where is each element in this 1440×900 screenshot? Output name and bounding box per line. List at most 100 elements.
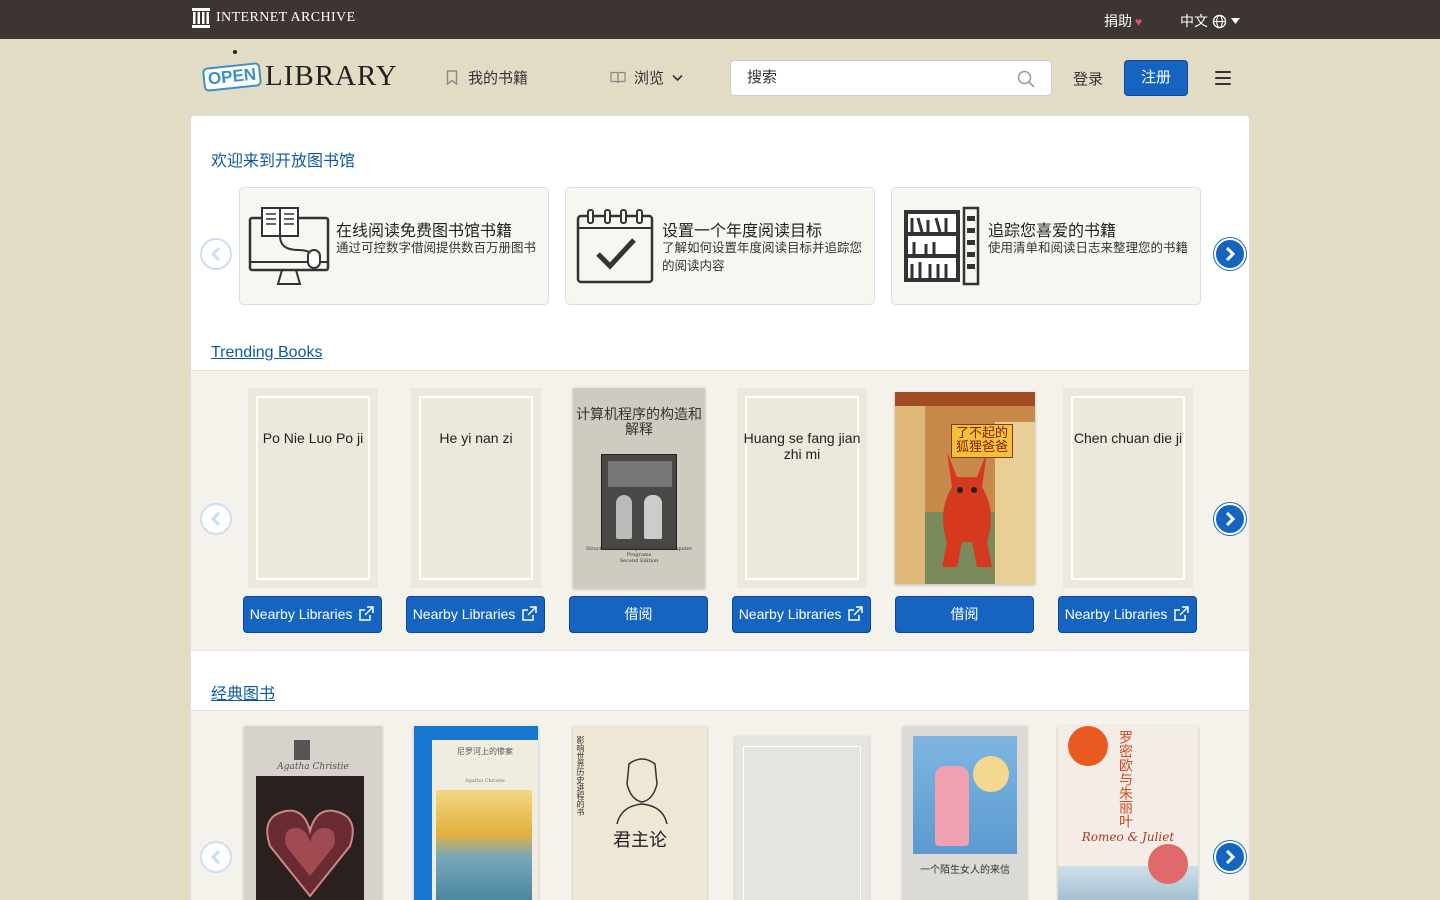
external-link-icon [522, 606, 538, 622]
card-title: 追踪您喜爱的书籍 [988, 223, 1117, 240]
book-title: Huang se fang jian zhi mi [743, 430, 861, 462]
cover-edition: Second Edition [619, 558, 659, 564]
button-label: Nearby Libraries [1064, 606, 1168, 622]
button-label: Nearby Libraries [249, 606, 353, 622]
nearby-libraries-button[interactable]: Nearby Libraries [732, 596, 871, 633]
book-title: Po Nie Luo Po ji [262, 430, 364, 446]
borrow-button[interactable]: 借阅 [895, 596, 1034, 633]
book-cover-placeholder[interactable]: Chen chuan die ji [1063, 388, 1193, 588]
book-cover-placeholder[interactable]: Po Nie Luo Po ji [248, 388, 378, 588]
login-link[interactable]: 登录 [1073, 68, 1103, 89]
card-description: 通过可控数字借阅提供数百万册图书 [336, 241, 537, 255]
chevron-right-icon [1225, 512, 1236, 526]
heart-icon: ♥ [1135, 15, 1143, 29]
donate-label: 捐助 [1104, 13, 1132, 29]
search-input[interactable] [747, 69, 1007, 86]
search-icon[interactable] [1017, 70, 1035, 88]
book-cover-blank[interactable] [735, 736, 869, 900]
book-title: He yi nan zi [439, 430, 513, 446]
browse-label: 浏览 [634, 70, 665, 87]
classic-books-title[interactable]: 经典图书 [211, 680, 275, 704]
button-label: Nearby Libraries [738, 606, 842, 622]
logo-open-badge: OPEN [201, 62, 263, 92]
chevron-left-icon [210, 850, 221, 864]
archive-temple-icon [192, 8, 210, 28]
welcome-next-arrow[interactable] [1214, 238, 1246, 270]
book-cover-placeholder[interactable]: Huang se fang jian zhi mi [737, 388, 867, 588]
book-title: Chen chuan die ji [1073, 430, 1183, 446]
globe-icon [1212, 14, 1227, 28]
trending-carousel: Po Nie Luo Po ji Nearby Libraries He yi … [191, 370, 1249, 650]
logo-dot [233, 50, 237, 54]
cover-title: 尼罗河上的惨案 [457, 747, 513, 756]
welcome-card-read[interactable]: 在线阅读免费图书馆书籍 通过可控数字借阅提供数百万册图书 [239, 187, 549, 305]
language-label: 中文 [1180, 13, 1208, 29]
classics-header-strip [191, 650, 1249, 710]
cover-illustration [601, 454, 677, 550]
welcome-prev-arrow[interactable] [200, 238, 232, 270]
book-cover-sicp[interactable]: 计算机程序的构造和解释 Structure and Interpretation… [573, 388, 705, 588]
chevron-left-icon [210, 512, 221, 526]
logo-library-text: LIBRARY [265, 60, 398, 92]
cover-script: Romeo & Juliet [1081, 830, 1175, 844]
my-books-label: 我的书籍 [468, 70, 529, 87]
internet-archive-topbar: INTERNET ARCHIVE 捐助 ♥ 中文 [0, 0, 1440, 39]
signup-button[interactable]: 注册 [1124, 60, 1188, 96]
external-link-icon [1174, 606, 1190, 622]
trending-books-title[interactable]: Trending Books [211, 344, 322, 362]
nearby-libraries-button[interactable]: Nearby Libraries [243, 596, 382, 633]
cover-author: Agatha Christie [277, 762, 349, 772]
cover-title: 了不起的狐狸爸爸 [951, 424, 1013, 458]
internet-archive-logo[interactable]: INTERNET ARCHIVE [192, 8, 356, 28]
open-library-logo[interactable]: OPEN LIBRARY [201, 50, 397, 95]
book-cover-placeholder[interactable]: He yi nan zi [411, 388, 541, 588]
fox-illustration [942, 452, 992, 567]
external-link-icon [359, 606, 375, 622]
button-label: Nearby Libraries [412, 606, 516, 622]
book-cover-romeo[interactable]: 罗密欧与朱丽叶 Romeo & Juliet [1058, 726, 1198, 900]
open-book-icon [610, 71, 626, 84]
bookshelf-icon [904, 206, 980, 286]
card-description: 了解如何设置年度阅读目标并追踪您的阅读内容 [662, 241, 863, 273]
computer-reading-icon [248, 207, 330, 285]
chevron-down-icon [672, 74, 683, 81]
external-link-icon [848, 606, 864, 622]
cover-side-text: 影响世界历史进程的书 [576, 736, 585, 816]
cover-subtitle: Structure and Interpretation of Computer… [585, 546, 693, 558]
trending-prev-arrow[interactable] [200, 503, 232, 535]
welcome-card-goal[interactable]: 设置一个年度阅读目标 了解如何设置年度阅读目标并追踪您的阅读内容 [565, 187, 875, 305]
calendar-check-icon [576, 209, 654, 284]
book-cover-christie[interactable]: Agatha Christie [244, 726, 382, 900]
nearby-libraries-button[interactable]: Nearby Libraries [406, 596, 545, 633]
search-box [730, 60, 1052, 96]
my-books-link[interactable]: 我的书籍 [446, 67, 528, 88]
book-cover-prince[interactable]: 影响世界历史进程的书 君主论 [573, 726, 707, 900]
donate-link[interactable]: 捐助 ♥ [1104, 11, 1142, 31]
card-title: 设置一个年度阅读目标 [662, 223, 823, 240]
cover-title [743, 746, 861, 900]
hamburger-menu-icon[interactable] [1215, 71, 1231, 85]
bookmark-icon [446, 70, 458, 85]
welcome-card-track[interactable]: 追踪您喜爱的书籍 使用清单和阅读日志来整理您的书籍 [891, 187, 1201, 305]
browse-menu[interactable]: 浏览 [610, 67, 683, 88]
card-title: 在线阅读免费图书馆书籍 [336, 223, 513, 240]
cover-title: 罗密欧与朱丽叶 [1117, 730, 1133, 828]
language-selector[interactable]: 中文 [1180, 11, 1240, 31]
borrow-button[interactable]: 借阅 [569, 596, 708, 633]
chevron-right-icon [1225, 247, 1236, 261]
book-cover-nile[interactable]: 尼罗河上的惨案 Agatha Christie [414, 726, 538, 900]
nearby-libraries-button[interactable]: Nearby Libraries [1058, 596, 1197, 633]
card-description: 使用清单和阅读日志来整理您的书籍 [988, 241, 1189, 255]
trending-next-arrow[interactable] [1214, 503, 1246, 535]
chevron-right-icon [1225, 850, 1236, 864]
book-cover-letter[interactable]: 一个陌生女人的来信 [903, 726, 1027, 900]
cover-title: 一个陌生女人的来信 [920, 865, 1010, 876]
cover-title: 君主论 [613, 830, 667, 851]
cover-author: Agatha Christie [465, 778, 505, 784]
caret-down-icon [1231, 18, 1240, 24]
classics-next-arrow[interactable] [1214, 841, 1246, 873]
classics-prev-arrow[interactable] [200, 841, 232, 873]
book-cover-fox[interactable]: 了不起的狐狸爸爸 [895, 392, 1035, 584]
archive-name: INTERNET ARCHIVE [216, 10, 356, 25]
heart-illustration [266, 809, 354, 898]
